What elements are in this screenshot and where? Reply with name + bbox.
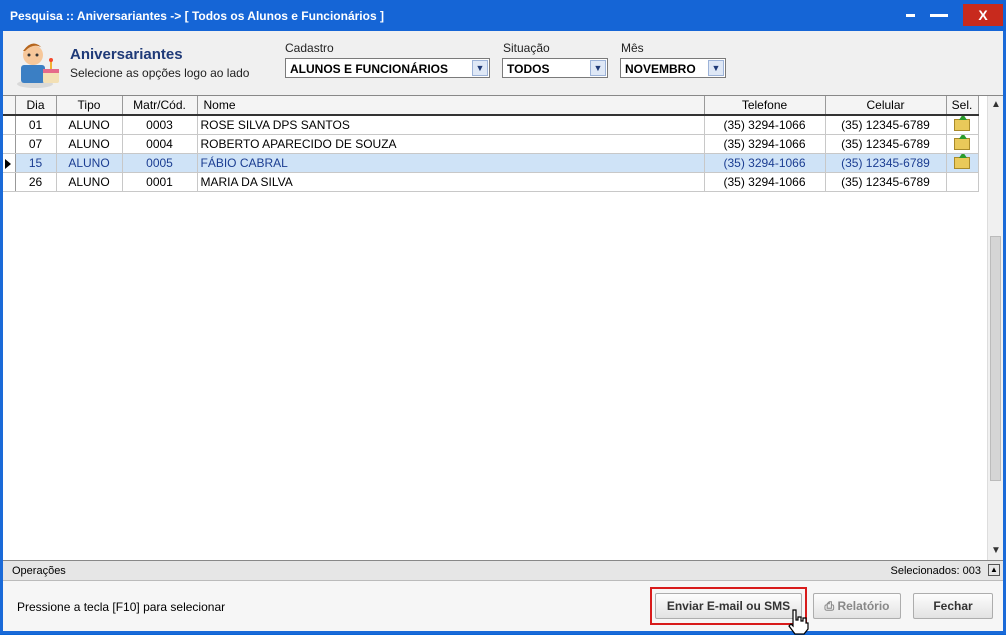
cell-sel[interactable]: [946, 134, 979, 154]
scroll-down-icon[interactable]: ▼: [990, 544, 1002, 558]
cell-telefone: (35) 3294-1066: [704, 134, 826, 154]
cell-telefone: (35) 3294-1066: [704, 115, 826, 135]
cell-telefone: (35) 3294-1066: [704, 172, 826, 192]
cell-sel[interactable]: [946, 153, 979, 173]
close-window-button[interactable]: X: [963, 4, 1003, 26]
title-bar[interactable]: Pesquisa :: Aniversariantes -> [ Todos o…: [0, 0, 1006, 31]
cell-nome: MARIA DA SILVA: [197, 172, 705, 192]
birthday-table: Dia Tipo Matr/Cód. Nome Telefone Celular…: [3, 96, 979, 192]
cell-celular: (35) 12345-6789: [825, 134, 947, 154]
birthday-grid: Dia Tipo Matr/Cód. Nome Telefone Celular…: [3, 95, 1003, 561]
cell-matr: 0003: [122, 115, 198, 135]
cell-nome: FÁBIO CABRAL: [197, 153, 705, 173]
cell-dia: 01: [15, 115, 57, 135]
page-title: Aniversariantes: [70, 46, 183, 63]
operations-label: Operações: [12, 565, 66, 577]
cell-sel[interactable]: [946, 172, 979, 192]
col-nome-header[interactable]: Nome: [197, 96, 705, 116]
report-label: Relatório: [837, 599, 890, 613]
cell-tipo: ALUNO: [56, 153, 123, 173]
mes-label: Mês: [621, 41, 644, 55]
cell-dia: 07: [15, 134, 57, 154]
cell-matr: 0004: [122, 134, 198, 154]
table-row-current[interactable]: 15 ALUNO 0005 FÁBIO CABRAL (35) 3294-106…: [3, 153, 979, 173]
col-celular-header[interactable]: Celular: [825, 96, 947, 116]
chevron-down-icon[interactable]: ▼: [472, 60, 488, 76]
hand-cursor-icon: [788, 609, 809, 635]
table-row[interactable]: 26 ALUNO 0001 MARIA DA SILVA (35) 3294-1…: [3, 172, 979, 192]
row-indicator: [3, 153, 16, 173]
minimize-button[interactable]: [900, 4, 922, 26]
cell-tipo: ALUNO: [56, 134, 123, 154]
cell-dia: 26: [15, 172, 57, 192]
cell-sel[interactable]: [946, 115, 979, 135]
cell-tipo: ALUNO: [56, 172, 123, 192]
envelope-selected-icon[interactable]: [954, 115, 970, 131]
cadastro-select[interactable]: ALUNOS E FUNCIONÁRIOS ▼: [285, 58, 490, 78]
operations-bar: Operações Selecionados: 003 ▲: [3, 561, 1003, 581]
cell-matr: 0005: [122, 153, 198, 173]
indicator-header: [3, 96, 16, 116]
cell-celular: (35) 12345-6789: [825, 172, 947, 192]
envelope-selected-icon[interactable]: [954, 153, 970, 169]
window-title: Pesquisa :: Aniversariantes -> [ Todos o…: [10, 9, 384, 23]
row-indicator: [3, 115, 16, 135]
cell-nome: ROSE SILVA DPS SANTOS: [197, 115, 705, 135]
cell-tipo: ALUNO: [56, 115, 123, 135]
maximize-button[interactable]: [928, 4, 950, 26]
collapse-icon[interactable]: ▲: [988, 564, 1000, 576]
cell-celular: (35) 12345-6789: [825, 115, 947, 135]
cadastro-value: ALUNOS E FUNCIONÁRIOS: [290, 62, 449, 76]
situacao-select[interactable]: TODOS ▼: [502, 58, 608, 78]
page-subtitle: Selecione as opções logo ao lado: [70, 66, 250, 80]
client-area: Aniversariantes Selecione as opções logo…: [3, 31, 1003, 635]
selected-count: Selecionados: 003: [890, 565, 981, 577]
cell-nome: ROBERTO APARECIDO DE SOUZA: [197, 134, 705, 154]
row-indicator: [3, 134, 16, 154]
table-row[interactable]: 01 ALUNO 0003 ROSE SILVA DPS SANTOS (35)…: [3, 115, 979, 135]
col-sel-header[interactable]: Sel.: [946, 96, 979, 116]
table-header-row: Dia Tipo Matr/Cód. Nome Telefone Celular…: [3, 96, 979, 116]
col-telefone-header[interactable]: Telefone: [704, 96, 826, 116]
chevron-down-icon[interactable]: ▼: [708, 60, 724, 76]
table-row[interactable]: 07 ALUNO 0004 ROBERTO APARECIDO DE SOUZA…: [3, 134, 979, 154]
mes-value: NOVEMBRO: [625, 62, 696, 76]
col-matr-header[interactable]: Matr/Cód.: [122, 96, 198, 116]
scroll-thumb[interactable]: [990, 236, 1001, 481]
header-panel: Aniversariantes Selecione as opções logo…: [3, 31, 1003, 95]
row-indicator: [3, 172, 16, 192]
mes-select[interactable]: NOVEMBRO ▼: [620, 58, 726, 78]
scroll-up-icon[interactable]: ▲: [990, 98, 1002, 112]
row-pointer-icon: [5, 158, 11, 169]
col-tipo-header[interactable]: Tipo: [56, 96, 123, 116]
vertical-scrollbar[interactable]: ▲ ▼: [987, 96, 1003, 560]
situacao-value: TODOS: [507, 62, 550, 76]
cell-telefone: (35) 3294-1066: [704, 153, 826, 173]
footer-panel: Pressione a tecla [F10] para selecionar …: [3, 581, 1003, 635]
cell-dia: 15: [15, 153, 57, 173]
f10-hint: Pressione a tecla [F10] para selecionar: [17, 600, 226, 614]
cell-matr: 0001: [122, 172, 198, 192]
envelope-selected-icon[interactable]: [954, 134, 970, 150]
app-window: Pesquisa :: Aniversariantes -> [ Todos o…: [0, 0, 1006, 635]
situacao-label: Situação: [503, 41, 550, 55]
col-dia-header[interactable]: Dia: [15, 96, 57, 116]
report-button[interactable]: ⎙ Relatório: [813, 593, 901, 619]
chevron-down-icon[interactable]: ▼: [590, 60, 606, 76]
maximize-icon: [930, 14, 948, 17]
cell-celular: (35) 12345-6789: [825, 153, 947, 173]
minimize-icon: [906, 14, 915, 17]
printer-icon: ⎙: [824, 599, 835, 613]
send-email-sms-button[interactable]: Enviar E-mail ou SMS: [655, 593, 802, 619]
birthday-person-icon: [17, 43, 59, 88]
close-button[interactable]: Fechar: [913, 593, 993, 619]
cadastro-label: Cadastro: [285, 41, 334, 55]
